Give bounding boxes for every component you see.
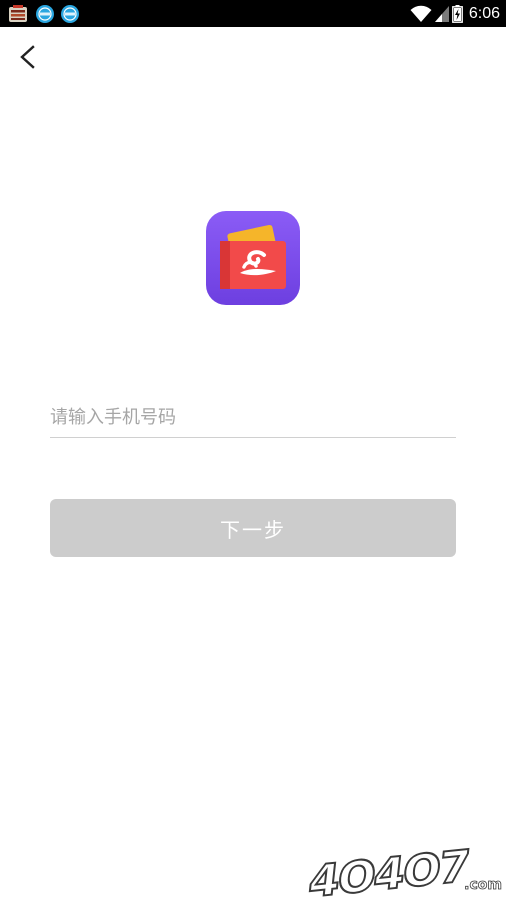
wifi-icon: [410, 5, 432, 23]
signal-icon: [435, 6, 449, 22]
watermark-text: 4O4O7: [306, 845, 470, 905]
next-step-button[interactable]: 下一步: [50, 499, 456, 557]
back-button[interactable]: [12, 40, 46, 74]
browser-icon: [35, 4, 55, 24]
app-notification-icon: [8, 4, 28, 24]
chevron-left-icon: [12, 40, 46, 74]
status-indicators: 6:06: [410, 0, 500, 27]
battery-charging-icon: [452, 5, 463, 23]
watermark-suffix: .com: [464, 877, 502, 893]
status-time: 6:06: [469, 5, 500, 23]
app-logo-icon: [206, 211, 300, 305]
browser-icon: [60, 4, 80, 24]
watermark-logo: 4O4O7 .com: [310, 845, 502, 897]
phone-number-input[interactable]: [50, 398, 456, 438]
status-bar: 6:06: [0, 0, 506, 27]
